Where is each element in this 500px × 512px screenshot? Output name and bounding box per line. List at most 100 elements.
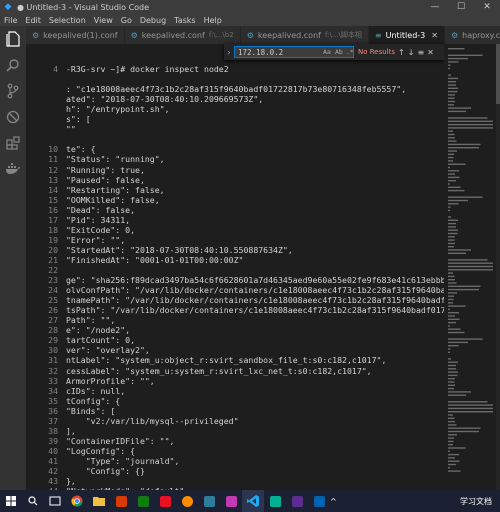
- code-line[interactable]: 28 e": "/node2",: [26, 325, 444, 335]
- close-tab-icon[interactable]: ✕: [431, 31, 438, 40]
- code-line[interactable]: [26, 134, 444, 144]
- code-line[interactable]: 21 "FinishedAt": "0001-01-01T00:00:00Z": [26, 255, 444, 265]
- find-in-selection-icon[interactable]: ≡: [417, 48, 424, 57]
- menu-help[interactable]: Help: [204, 16, 222, 25]
- code-line[interactable]: 39 "ContainerIDFile": "",: [26, 436, 444, 446]
- code-line[interactable]: 16 "Dead": false,: [26, 205, 444, 215]
- code-line[interactable]: [26, 74, 444, 84]
- code-line[interactable]: 34 cIDs": null,: [26, 386, 444, 396]
- code-line[interactable]: 20 "StartedAt": "2018-07-30T08:40:10.5508…: [26, 245, 444, 255]
- code-line[interactable]: 12 "Running": true,: [26, 165, 444, 175]
- taskbar-doc-label[interactable]: 学习文档: [460, 496, 492, 507]
- code-line[interactable]: "": [26, 124, 444, 134]
- match-case-icon[interactable]: Aa: [323, 48, 331, 56]
- tab-haproxy[interactable]: ⚙ haproxy.cfg: [444, 26, 500, 44]
- code-line[interactable]: 32 cessLabel": "system_u:system_r:svirt_l…: [26, 366, 444, 376]
- code-line[interactable]: 41 "Type": "journald",: [26, 456, 444, 466]
- code-line[interactable]: 25 tnamePath": "/var/lib/docker/container…: [26, 295, 444, 305]
- tray-expand-icon[interactable]: ^: [330, 497, 337, 506]
- code-line[interactable]: 27 Path": "",: [26, 315, 444, 325]
- tab-keepalived-scripts[interactable]: ⚙ keepalived.conf f:\...\脚本相: [240, 26, 369, 44]
- match-word-icon[interactable]: Ab: [335, 48, 343, 56]
- minimap-line: [448, 130, 453, 132]
- menu-file[interactable]: File: [4, 16, 17, 25]
- code-line[interactable]: 38],: [26, 426, 444, 436]
- code-line[interactable]: 30 ver": "overlay2",: [26, 345, 444, 355]
- code-line[interactable]: 14 "Restarting": false,: [26, 185, 444, 195]
- vscode-icon[interactable]: [242, 490, 264, 512]
- code-line[interactable]: 13 "Paused": false,: [26, 175, 444, 185]
- next-match-icon[interactable]: ↓: [408, 48, 415, 57]
- chrome-icon[interactable]: [66, 490, 88, 512]
- code-line[interactable]: 40 "LogConfig": {: [26, 446, 444, 456]
- code-line[interactable]: 17 "Pid": 34311,: [26, 215, 444, 225]
- code-line[interactable]: 33 ArmorProfile": "",: [26, 376, 444, 386]
- code-line[interactable]: h": "/entrypoint.sh",: [26, 104, 444, 114]
- code-line[interactable]: s": [: [26, 114, 444, 124]
- maximize-button[interactable]: ☐: [448, 0, 474, 14]
- code-line[interactable]: 11 "Status": "running",: [26, 154, 444, 164]
- app-icon-7[interactable]: [264, 490, 286, 512]
- debug-icon[interactable]: [0, 104, 26, 130]
- windows-start-icon[interactable]: [0, 490, 22, 512]
- code-line[interactable]: 22: [26, 265, 444, 275]
- code-line[interactable]: ated": "2018-07-30T08:40:10.209669573Z",: [26, 94, 444, 104]
- vertical-scrollbar[interactable]: [496, 44, 500, 490]
- toggle-replace-icon[interactable]: ›: [224, 48, 234, 57]
- regex-icon[interactable]: .*: [346, 48, 354, 56]
- app-icon-9[interactable]: [308, 490, 330, 512]
- code-text: "Binds": [: [66, 405, 116, 416]
- code-line[interactable]: 19 "Error": "",: [26, 235, 444, 245]
- close-find-icon[interactable]: ✕: [427, 48, 434, 57]
- code-line[interactable]: 29 tartCount": 0,: [26, 335, 444, 345]
- app-icon-8[interactable]: [286, 490, 308, 512]
- app-icon-5[interactable]: [198, 490, 220, 512]
- find-widget: › 172.18.0.2 Aa Ab .* No Results ↑ ↓ ≡ ✕: [224, 44, 444, 60]
- code-line[interactable]: : "c1e18008aeec4f73c1b2c28af315f9640badf…: [26, 84, 444, 94]
- menu-debug[interactable]: Debug: [140, 16, 166, 25]
- menu-tasks[interactable]: Tasks: [174, 16, 195, 25]
- tab-keepalived-1[interactable]: ⚙ keepalived(1).conf: [26, 26, 125, 44]
- menu-selection[interactable]: Selection: [49, 16, 86, 25]
- source-control-icon[interactable]: [0, 78, 26, 104]
- code-line[interactable]: 4 -R3G-srv ~]# docker inspect node2: [26, 64, 444, 74]
- explorer-icon[interactable]: [88, 490, 110, 512]
- minimap[interactable]: [444, 44, 496, 490]
- menu-view[interactable]: View: [94, 16, 113, 25]
- code-line[interactable]: 31 ntLabel": "system_u:object_r:svirt_san…: [26, 355, 444, 365]
- code-line[interactable]: 10 te": {: [26, 144, 444, 154]
- menu-edit[interactable]: Edit: [25, 16, 41, 25]
- code-line[interactable]: 43},: [26, 476, 444, 486]
- previous-match-icon[interactable]: ↑: [398, 48, 405, 57]
- code-line[interactable]: 35 tConfig": {: [26, 396, 444, 406]
- files-icon[interactable]: [0, 26, 26, 52]
- search-icon[interactable]: [0, 52, 26, 78]
- code-line[interactable]: 18 "ExitCode": 0,: [26, 225, 444, 235]
- code-line[interactable]: 42 "Config": {}: [26, 466, 444, 476]
- docker-icon[interactable]: [0, 156, 26, 182]
- task-view-icon[interactable]: [44, 490, 66, 512]
- minimap-line: [448, 288, 479, 291]
- code-line[interactable]: 36 "Binds": [: [26, 406, 444, 416]
- code-line[interactable]: 23 ge": "sha256:f89dcad3497ba54c6f6628601…: [26, 275, 444, 285]
- scrollbar-thumb[interactable]: [496, 44, 500, 104]
- app-icon-1[interactable]: [110, 490, 132, 512]
- line-number: 29: [48, 335, 58, 346]
- editor-area[interactable]: 4 -R3G-srv ~]# docker inspect node2 : "c1e…: [26, 44, 444, 490]
- minimize-button[interactable]: —: [422, 0, 448, 14]
- close-window-button[interactable]: ✕: [474, 0, 500, 14]
- app-icon-6[interactable]: [220, 490, 242, 512]
- code-line[interactable]: 24 olvConfPath": "/var/lib/docker/contain…: [26, 285, 444, 295]
- tab-untitled-3[interactable]: ≡ Untitled-3 ✕: [368, 26, 445, 44]
- app-icon-4[interactable]: [176, 490, 198, 512]
- extensions-icon[interactable]: [0, 130, 26, 156]
- find-input[interactable]: 172.18.0.2 Aa Ab .*: [234, 46, 354, 58]
- tab-keepalived-b2[interactable]: ⚙ keepalived.conf f:\...\b2: [124, 26, 241, 44]
- code-line[interactable]: 15 "OOMKilled": false,: [26, 195, 444, 205]
- menu-go[interactable]: Go: [121, 16, 132, 25]
- app-icon-3[interactable]: [154, 490, 176, 512]
- search-icon[interactable]: [22, 490, 44, 512]
- app-icon-2[interactable]: [132, 490, 154, 512]
- code-line[interactable]: 37 "v2:/var/lib/mysql--privileged": [26, 416, 444, 426]
- code-line[interactable]: 26 tsPath": "/var/lib/docker/containers/c…: [26, 305, 444, 315]
